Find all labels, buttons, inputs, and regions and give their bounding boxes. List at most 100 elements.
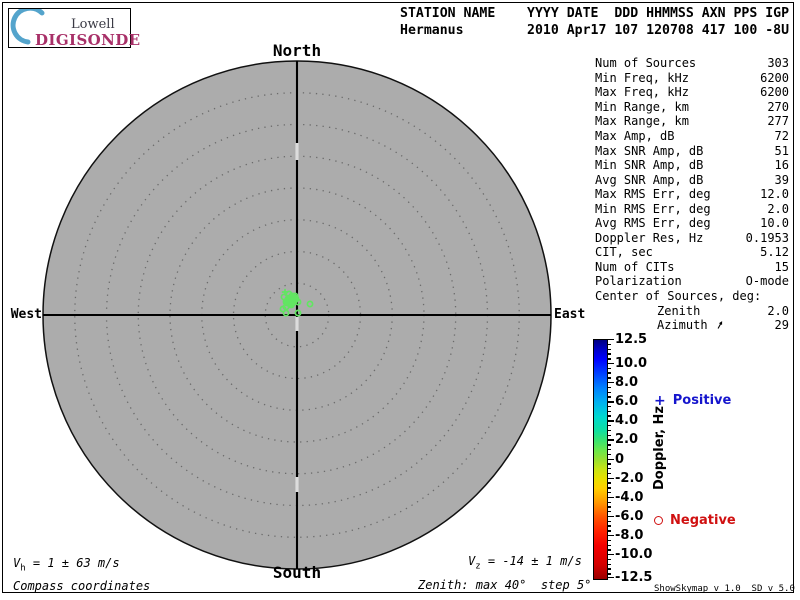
- stat-row: Max Freq, kHz6200: [595, 85, 789, 100]
- colorbar-tick-label: -4.0: [615, 491, 643, 504]
- stat-label: Max RMS Err, deg: [595, 187, 711, 201]
- colorbar-major-tick: [607, 363, 614, 364]
- colorbar-minor-tick: [607, 392, 611, 393]
- colorbar-minor-tick: [607, 549, 611, 550]
- stat-value: 5.12: [760, 245, 789, 259]
- colorbar-minor-tick: [607, 511, 611, 512]
- colorbar-tick-label: -12.5: [615, 571, 652, 584]
- stat-label: Min Freq, kHz: [595, 71, 689, 85]
- stat-row: PolarizationO-mode: [595, 274, 789, 289]
- stat-label: Num of Sources: [595, 56, 696, 70]
- colorbar-major-tick: [607, 439, 614, 440]
- statistics-panel: Num of Sources303Min Freq, kHz 6200Max Fr…: [595, 56, 789, 332]
- colorbar-minor-tick: [607, 530, 611, 531]
- stat-value: 2.0: [767, 304, 789, 318]
- stat-row: CIT, sec 5.12: [595, 245, 789, 260]
- stat-label: Doppler Res, Hz: [595, 231, 703, 245]
- stat-label: Avg SNR Amp, dB: [595, 173, 703, 187]
- stat-value: 2.0: [767, 202, 789, 216]
- stat-value: 29: [775, 318, 789, 332]
- colorbar-major-tick: [607, 401, 614, 402]
- stat-row: Num of Sources303: [595, 56, 789, 71]
- colorbar-minor-tick: [607, 521, 611, 522]
- stat-value: 270: [767, 100, 789, 114]
- skymap-polar-plot: [41, 59, 553, 571]
- colorbar-minor-tick: [607, 473, 611, 474]
- stat-row: Min RMS Err, deg 2.0: [595, 201, 789, 216]
- stat-row: Doppler Res, Hz0.1953: [595, 231, 789, 246]
- colorbar-tick-label: -8.0: [615, 529, 643, 542]
- colorbar-minor-tick: [607, 506, 611, 507]
- stat-label: Polarization: [595, 274, 682, 288]
- colorbar-tick-label: -2.0: [615, 472, 643, 485]
- stat-label: Max Range, km: [595, 114, 689, 128]
- colorbar-major-tick: [607, 459, 614, 460]
- legend-positive: + Positive: [654, 393, 731, 408]
- colorbar-tick-label: -6.0: [615, 510, 643, 523]
- legend-negative: Negative: [654, 513, 736, 528]
- colorbar-minor-tick: [607, 406, 611, 407]
- colorbar-minor-tick: [607, 482, 611, 483]
- stat-label: Min Range, km: [595, 100, 689, 114]
- stat-label: Min RMS Err, deg: [595, 202, 711, 216]
- colorbar-minor-tick: [607, 492, 611, 493]
- colorbar-minor-tick: [607, 545, 611, 546]
- colorbar-minor-tick: [607, 344, 611, 345]
- lowell-digisonde-logo: Lowell DIGISONDE: [8, 8, 131, 48]
- colorbar-minor-tick: [607, 573, 611, 574]
- colorbar-minor-tick: [607, 387, 611, 388]
- colorbar-tick-label: 2.0: [615, 433, 638, 446]
- colorbar-tick-label: 6.0: [615, 395, 638, 408]
- software-version: ShowSkymap v 1.0 SD v 5.0: [654, 584, 795, 594]
- colorbar-minor-tick: [607, 368, 611, 369]
- stat-value: 39: [775, 173, 789, 187]
- stat-label: CIT, sec: [595, 245, 653, 259]
- station-header: STATION NAME YYYY DATE DDD HHMMSS AXN PP…: [400, 5, 789, 39]
- colorbar-minor-tick: [607, 568, 611, 569]
- stat-label: Min SNR Amp, dB: [595, 158, 703, 172]
- stat-label: Max SNR Amp, dB: [595, 144, 703, 158]
- colorbar-minor-tick: [607, 358, 611, 359]
- stat-value: 15: [775, 260, 789, 274]
- stat-value: 16: [775, 158, 789, 172]
- stat-row: Zenith 2.0: [595, 303, 789, 318]
- colorbar-major-tick: [607, 554, 614, 555]
- colorbar-minor-tick: [607, 559, 611, 560]
- stat-value: 277: [767, 114, 789, 128]
- colorbar-minor-tick: [607, 349, 611, 350]
- stat-label: Center of Sources, deg:: [595, 289, 761, 303]
- compass-label-east: East: [554, 307, 614, 322]
- azimuth-direction-arrow-icon: [715, 320, 725, 330]
- colorbar-minor-tick: [607, 502, 611, 503]
- stat-row: Min Range, km 270: [595, 100, 789, 115]
- colorbar-tick-label: 4.0: [615, 414, 638, 427]
- colorbar-major-tick: [607, 478, 614, 479]
- stat-label: Avg RMS Err, deg: [595, 216, 711, 230]
- stat-label: Zenith: [657, 304, 700, 318]
- stat-value: 10.0: [760, 216, 789, 230]
- stat-row: Max Amp, dB72: [595, 129, 789, 144]
- stat-value: 12.0: [760, 187, 789, 201]
- colorbar-minor-tick: [607, 435, 611, 436]
- colorbar-minor-tick: [607, 487, 611, 488]
- colorbar-tick-label: -10.0: [615, 548, 652, 561]
- header-column-row: STATION NAME YYYY DATE DDD HHMMSS AXN PP…: [400, 6, 789, 21]
- doppler-axis-label: Doppler, Hz: [652, 406, 667, 490]
- stat-value: 51: [775, 144, 789, 158]
- legend-negative-label: Negative: [670, 513, 736, 528]
- zenith-range-note: Zenith: max 40° step 5°: [418, 578, 591, 592]
- colorbar-minor-tick: [607, 454, 611, 455]
- colorbar-minor-tick: [607, 525, 611, 526]
- colorbar-minor-tick: [607, 444, 611, 445]
- colorbar-major-tick: [607, 497, 614, 498]
- colorbar-tick-label: 8.0: [615, 376, 638, 389]
- stat-row: Num of CITs15: [595, 260, 789, 275]
- stat-row: Min SNR Amp, dB 16: [595, 158, 789, 173]
- stat-value: 6200: [760, 71, 789, 85]
- colorbar-major-tick: [607, 577, 614, 578]
- stat-label: Azimuth: [657, 318, 725, 332]
- compass-label-south: South: [247, 563, 347, 582]
- logo-digisonde-text: DIGISONDE: [35, 31, 141, 49]
- stat-row: Min Freq, kHz 6200: [595, 71, 789, 86]
- stat-row: Azimuth 29: [595, 318, 789, 333]
